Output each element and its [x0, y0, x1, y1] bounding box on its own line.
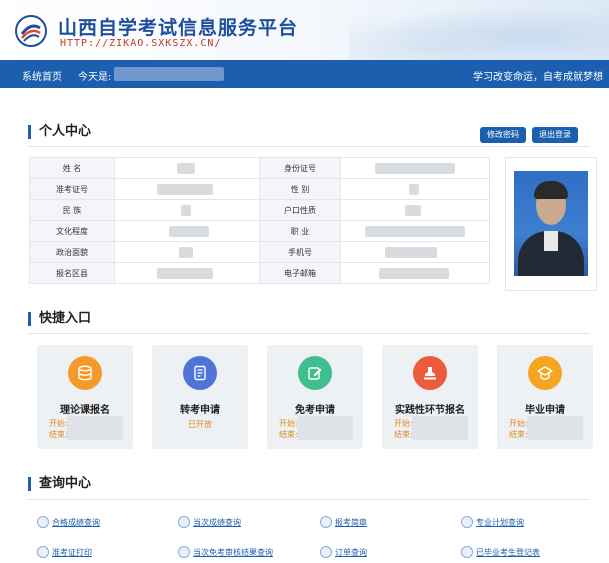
label-ethnicity: 民 族 — [29, 199, 115, 221]
label-admission-number: 准考证号 — [29, 178, 115, 200]
personal-center-title: 个人中心 — [28, 125, 91, 139]
tile-name: 免考申请 — [295, 405, 335, 416]
value-education — [114, 220, 260, 242]
tile-start-label: 开始: — [394, 419, 413, 428]
value-email — [340, 262, 490, 284]
tile-name: 毕业申请 — [525, 405, 565, 416]
tile-graduation-application[interactable]: 毕业申请 开始: 结束: — [497, 345, 593, 449]
tile-theory-course-registration[interactable]: 理论课报名 开始: 结束: — [37, 345, 133, 449]
edit-icon — [298, 356, 332, 390]
tile-date-placeholder — [527, 416, 583, 440]
tile-name: 转考申请 — [180, 405, 220, 416]
link-registration-guide[interactable]: 报考简章 — [335, 517, 367, 528]
personal-info-table: 姓 名 身份证号 准考证号 性 别 民 族 户口性质 文化程度 职 业 政治面貌… — [29, 157, 490, 284]
change-password-button[interactable]: 修改密码 — [480, 127, 526, 143]
tile-end-label: 结束: — [394, 430, 413, 439]
value-gender — [340, 178, 490, 200]
table-row: 政治面貌 手机号 — [29, 241, 490, 263]
link-bullet-icon — [461, 546, 473, 558]
value-registration-district — [114, 262, 260, 284]
graduation-cap-icon — [528, 356, 562, 390]
tile-end-label: 结束: — [509, 430, 528, 439]
tile-end-label: 结束: — [279, 430, 298, 439]
profile-photo — [514, 171, 588, 276]
table-row: 民 族 户口性质 — [29, 199, 490, 221]
link-order-query[interactable]: 订单查询 — [335, 547, 367, 558]
label-registration-district: 报名区县 — [29, 262, 115, 284]
personal-center-divider — [28, 146, 590, 147]
tile-practical-registration[interactable]: 实践性环节报名 开始: 结束: — [382, 345, 478, 449]
label-email: 电子邮箱 — [259, 262, 341, 284]
nav-slogan: 学习改变命运，自考成就梦想 — [473, 72, 603, 83]
label-name: 姓 名 — [29, 157, 115, 179]
tile-start-label: 开始: — [509, 419, 528, 428]
top-nav-bar: 系统首页 今天是: 学习改变命运，自考成就梦想 — [0, 60, 609, 88]
tile-status: 已开放 — [188, 420, 212, 429]
label-education: 文化程度 — [29, 220, 115, 242]
nav-date-value — [114, 67, 224, 81]
table-row: 报名区县 电子邮箱 — [29, 262, 490, 284]
label-id-number: 身份证号 — [259, 157, 341, 179]
stamp-icon — [413, 356, 447, 390]
link-bullet-icon — [461, 516, 473, 528]
label-household-type: 户口性质 — [259, 199, 341, 221]
nav-home-link[interactable]: 系统首页 — [22, 68, 62, 83]
tile-exemption-application[interactable]: 免考申请 开始: 结束: — [267, 345, 363, 449]
link-graduate-registration-form[interactable]: 已毕业考生登记表 — [476, 547, 540, 558]
link-qualified-score-query[interactable]: 合格成绩查询 — [52, 517, 100, 528]
logout-button[interactable]: 退出登录 — [532, 127, 578, 143]
value-occupation — [340, 220, 490, 242]
link-bullet-icon — [320, 546, 332, 558]
label-gender: 性 别 — [259, 178, 341, 200]
value-admission-number — [114, 178, 260, 200]
label-phone: 手机号 — [259, 241, 341, 263]
label-occupation: 职 业 — [259, 220, 341, 242]
tile-start-label: 开始: — [279, 419, 298, 428]
nav-date-label: 今天是: — [78, 72, 112, 83]
site-title: 山西自学考试信息服务平台 — [58, 17, 299, 39]
link-exemption-result-query[interactable]: 当次免考审核结果查询 — [193, 547, 273, 558]
tile-name: 实践性环节报名 — [395, 405, 465, 416]
quick-entry-divider — [28, 333, 590, 334]
tile-name: 理论课报名 — [60, 405, 110, 416]
link-bullet-icon — [37, 516, 49, 528]
tile-date-placeholder — [297, 416, 353, 440]
tile-end-label: 结束: — [49, 430, 68, 439]
site-header: 山西自学考试信息服务平台 HTTP://ZIKAO.SXKSZX.CN/ — [0, 0, 609, 60]
quick-entry-title: 快捷入口 — [28, 312, 91, 326]
value-ethnicity — [114, 199, 260, 221]
tile-date-placeholder — [412, 416, 468, 440]
query-center-title: 查询中心 — [28, 477, 91, 491]
document-icon — [183, 356, 217, 390]
link-admission-ticket-print[interactable]: 准考证打印 — [52, 547, 92, 558]
site-url: HTTP://ZIKAO.SXKSZX.CN/ — [60, 38, 222, 49]
label-political-status: 政治面貌 — [29, 241, 115, 263]
query-center-divider — [28, 499, 590, 500]
profile-photo-cell — [505, 157, 597, 291]
table-row: 姓 名 身份证号 — [29, 157, 490, 179]
value-household-type — [340, 199, 490, 221]
table-row: 文化程度 职 业 — [29, 220, 490, 242]
value-name — [114, 157, 260, 179]
database-icon — [68, 356, 102, 390]
link-major-plan-query[interactable]: 专业计划查询 — [476, 517, 524, 528]
value-political-status — [114, 241, 260, 263]
value-id-number — [340, 157, 490, 179]
tile-date-placeholder — [67, 416, 123, 440]
link-bullet-icon — [320, 516, 332, 528]
site-logo-icon — [15, 15, 47, 47]
header-background — [349, 0, 609, 60]
tile-transfer-application[interactable]: 转考申请 已开放 — [152, 345, 248, 449]
link-current-score-query[interactable]: 当次成绩查询 — [193, 517, 241, 528]
link-bullet-icon — [37, 546, 49, 558]
table-row: 准考证号 性 别 — [29, 178, 490, 200]
value-phone — [340, 241, 490, 263]
link-bullet-icon — [178, 516, 190, 528]
link-bullet-icon — [178, 546, 190, 558]
tile-start-label: 开始: — [49, 419, 68, 428]
